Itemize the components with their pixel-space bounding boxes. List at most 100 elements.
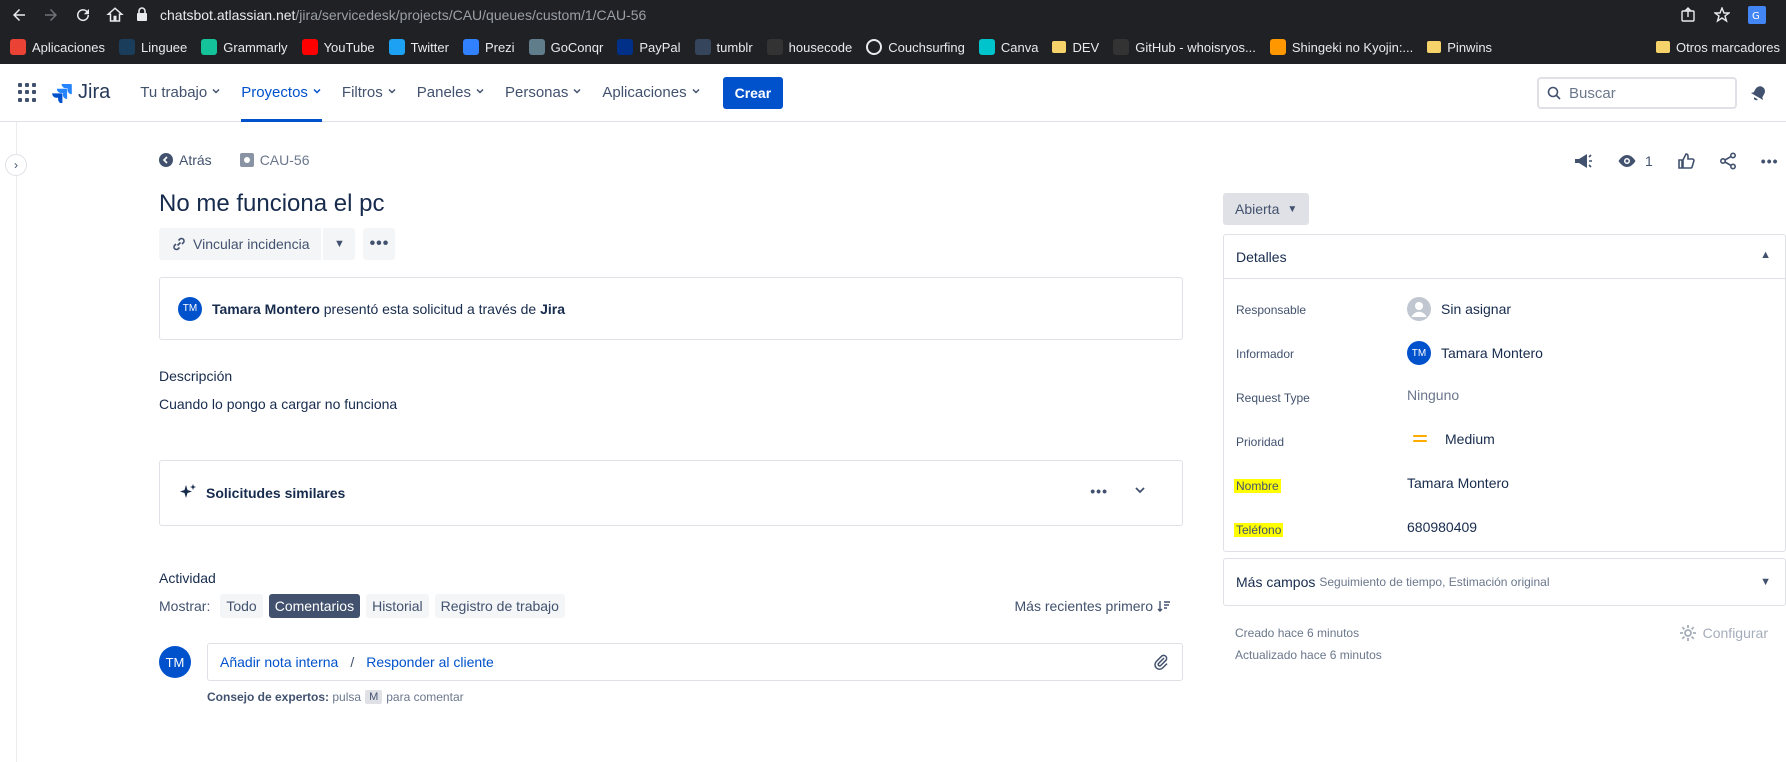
- bookmark-11[interactable]: Canva: [978, 39, 1038, 55]
- search-input[interactable]: Buscar: [1537, 77, 1737, 109]
- bookmark-3[interactable]: YouTube: [301, 39, 375, 55]
- bookmark-8[interactable]: tumblr: [694, 39, 753, 55]
- watch-button[interactable]: 1: [1617, 153, 1653, 169]
- bookmark-14[interactable]: Shingeki no Kyojin:...: [1269, 39, 1413, 55]
- activity-filter-3[interactable]: Registro de trabajo: [434, 594, 565, 618]
- folder-icon: [1052, 41, 1067, 53]
- translate-extension-icon[interactable]: G: [1748, 6, 1766, 27]
- bookmark-4[interactable]: Twitter: [388, 39, 449, 55]
- assignee-value: Sin asignar: [1441, 301, 1512, 317]
- issue-actions: Vincular incidencia ▼ •••: [159, 228, 396, 260]
- activity-filter-1[interactable]: Comentarios: [268, 594, 361, 618]
- field-label-name: Nombre: [1234, 479, 1281, 493]
- github-icon: [766, 39, 783, 55]
- app-switcher-icon[interactable]: [18, 82, 38, 103]
- chevron-down-icon[interactable]: [1134, 483, 1154, 499]
- chevron-down-icon[interactable]: ▼: [323, 228, 356, 260]
- bookmark-15[interactable]: Pinwins: [1427, 40, 1492, 55]
- field-value-priority[interactable]: Medium: [1407, 431, 1495, 447]
- nav-item-5[interactable]: Aplicaciones: [602, 64, 700, 122]
- chevron-down-icon: [691, 86, 701, 99]
- bookmark-12[interactable]: DEV: [1052, 40, 1099, 55]
- forward-arrow-icon[interactable]: [38, 2, 64, 28]
- field-value-reporter[interactable]: TM Tamara Montero: [1407, 341, 1543, 365]
- details-title: Detalles: [1236, 248, 1287, 265]
- tip-action: para comentar: [386, 690, 464, 704]
- share-icon[interactable]: [1680, 7, 1696, 26]
- bookmark-1[interactable]: Linguee: [119, 39, 187, 55]
- more-options-icon[interactable]: •••: [1090, 483, 1108, 499]
- more-options-icon[interactable]: •••: [1761, 153, 1779, 169]
- home-icon[interactable]: [102, 2, 128, 28]
- chevron-up-icon: ▲: [1760, 249, 1771, 261]
- phone-value: 680980409: [1407, 519, 1478, 535]
- description-text[interactable]: Cuando lo pongo a cargar no funciona: [159, 396, 397, 412]
- nav-item-4[interactable]: Personas: [505, 64, 582, 122]
- nav-item-0[interactable]: Tu trabajo: [140, 64, 221, 122]
- back-circle-icon: [159, 153, 173, 167]
- bookmark-2[interactable]: Grammarly: [201, 39, 288, 55]
- nav-item-2[interactable]: Filtros: [342, 64, 397, 122]
- link-issue-button[interactable]: Vincular incidencia: [159, 228, 322, 260]
- field-value-request-type[interactable]: Ninguno: [1407, 387, 1459, 403]
- more-actions-icon[interactable]: •••: [363, 228, 396, 260]
- issue-title[interactable]: No me funciona el pc: [159, 190, 384, 218]
- chevron-down-icon: [572, 86, 582, 99]
- bookmark-label: Pinwins: [1447, 39, 1493, 55]
- nav-item-3[interactable]: Paneles: [417, 64, 485, 122]
- back-link[interactable]: Atrás: [159, 152, 212, 168]
- add-internal-note-link[interactable]: Añadir nota interna: [220, 654, 338, 670]
- updated-timestamp: Actualizado hace 6 minutos: [1235, 648, 1382, 662]
- expand-sidebar-chevron-icon[interactable]: ›: [5, 154, 27, 176]
- nav-item-1[interactable]: Proyectos: [241, 64, 322, 122]
- configure-button[interactable]: Configurar: [1679, 624, 1768, 642]
- other-bookmarks[interactable]: Otros marcadores: [1655, 30, 1780, 64]
- details-header[interactable]: Detalles ▲: [1224, 235, 1785, 279]
- bookmark-6[interactable]: GoConqr: [528, 39, 603, 55]
- similar-requests-label: Solicitudes similares: [206, 485, 346, 501]
- couchsurfing-icon: [866, 39, 883, 55]
- thumbs-up-icon[interactable]: [1677, 152, 1695, 170]
- bookmark-13[interactable]: GitHub - whoisryos...: [1113, 39, 1256, 55]
- eye-icon: [1618, 155, 1636, 167]
- bookmark-label: Prezi: [484, 39, 515, 55]
- apps-icon: [10, 39, 26, 55]
- attachment-paperclip-icon[interactable]: [1152, 653, 1170, 674]
- details-panel: Detalles ▲ Responsable Sin asignar Infor…: [1223, 234, 1786, 552]
- bookmark-label: Twitter: [410, 39, 449, 55]
- bookmark-0[interactable]: Aplicaciones: [10, 39, 105, 55]
- field-value-assignee[interactable]: Sin asignar: [1407, 297, 1511, 321]
- create-button[interactable]: Crear: [722, 76, 784, 109]
- sidebar-divider: [16, 122, 17, 762]
- sort-label: Más recientes primero: [1014, 598, 1154, 614]
- share-icon[interactable]: [1719, 152, 1737, 170]
- bookmark-5[interactable]: Prezi: [462, 39, 515, 55]
- feedback-megaphone-icon[interactable]: [1573, 152, 1593, 170]
- comment-input[interactable]: Añadir nota interna / Responder al clien…: [207, 643, 1183, 681]
- requester-name[interactable]: Tamara Montero: [212, 301, 320, 317]
- bookmark-7[interactable]: PayPal: [617, 39, 681, 55]
- jira-logo[interactable]: Jira: [52, 81, 110, 104]
- issue-key-link[interactable]: CAU-56: [239, 152, 310, 168]
- notifications-bell-icon[interactable]: [1750, 84, 1768, 107]
- issue-key: CAU-56: [259, 152, 310, 168]
- field-value-name[interactable]: Tamara Montero: [1407, 475, 1509, 491]
- activity-filter-0[interactable]: Todo: [220, 594, 263, 618]
- link-icon: [173, 237, 185, 251]
- status-dropdown[interactable]: Abierta ▼: [1223, 193, 1310, 225]
- more-fields-panel[interactable]: Más campos Seguimiento de tiempo, Estima…: [1223, 558, 1786, 606]
- reply-customer-link[interactable]: Responder al cliente: [366, 654, 494, 670]
- bookmark-10[interactable]: Couchsurfing: [866, 39, 965, 55]
- reload-icon[interactable]: [70, 2, 96, 28]
- back-arrow-icon[interactable]: [6, 2, 32, 28]
- star-icon[interactable]: [1712, 6, 1732, 26]
- bookmark-9[interactable]: housecode: [766, 39, 852, 55]
- address-bar[interactable]: chatsbot.atlassian.net/jira/servicedesk/…: [136, 2, 1776, 28]
- activity-filter-2[interactable]: Historial: [366, 594, 429, 618]
- nav-item-label: Tu trabajo: [140, 84, 208, 101]
- bookmark-label: Linguee: [141, 39, 188, 55]
- similar-requests-panel[interactable]: Solicitudes similares •••: [159, 460, 1183, 526]
- sort-button[interactable]: Más recientes primero: [1015, 598, 1172, 614]
- field-value-phone[interactable]: 680980409: [1407, 519, 1477, 535]
- priority-value: Medium: [1445, 431, 1495, 447]
